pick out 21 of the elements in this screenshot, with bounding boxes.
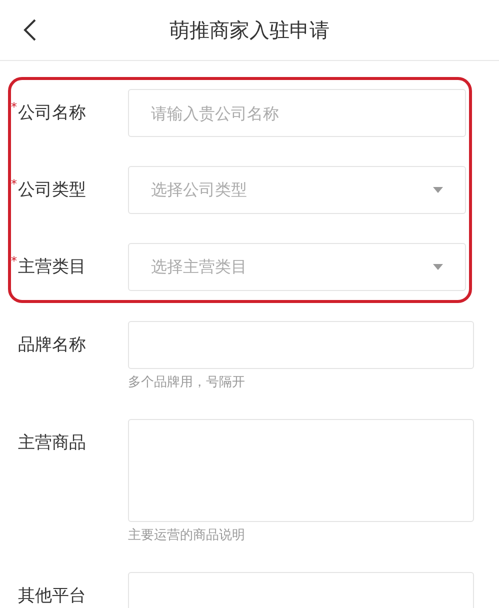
page-title: 萌推商家入驻申请 — [170, 16, 330, 44]
caret-icon — [433, 264, 443, 270]
caret-icon — [433, 187, 443, 193]
field-label: 公司类型 — [18, 181, 86, 199]
required-mark: * — [11, 101, 18, 113]
field-label: 其他平台 — [18, 587, 86, 605]
input-field[interactable] — [128, 321, 474, 369]
input-field[interactable] — [128, 572, 474, 608]
back-icon[interactable] — [22, 18, 38, 42]
text-area[interactable] — [128, 419, 474, 522]
field-hint: 多个品牌用，号隔开 — [128, 375, 246, 391]
field-label: 品牌名称 — [18, 336, 86, 354]
input-field[interactable]: 请输入贵公司名称 — [128, 89, 466, 137]
field-label: 主营商品 — [18, 434, 86, 452]
required-mark: * — [11, 178, 18, 190]
field-label: 公司名称 — [18, 104, 86, 122]
select-field[interactable]: 选择公司类型 — [128, 166, 466, 214]
select-field[interactable]: 选择主营类目 — [128, 243, 466, 291]
field-hint: 主要运营的商品说明 — [128, 528, 246, 544]
required-mark: * — [11, 255, 18, 267]
field-label: 主营类目 — [18, 258, 86, 276]
